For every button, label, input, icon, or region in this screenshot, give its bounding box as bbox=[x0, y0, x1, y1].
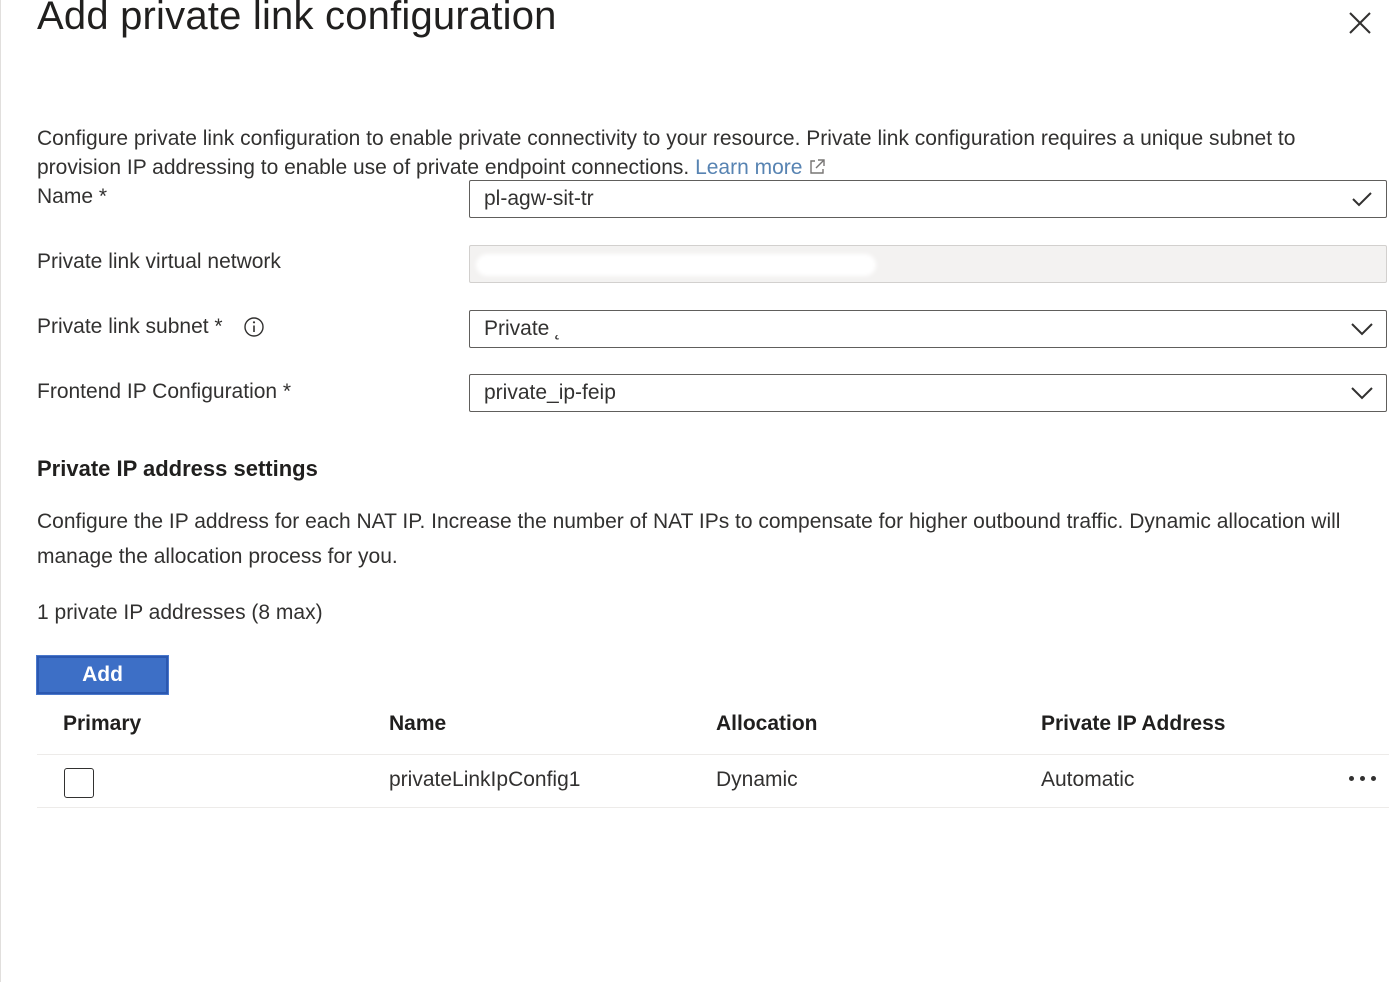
frontend-ip-dropdown-value: private_ip-feip bbox=[484, 381, 616, 404]
intro-description: Configure private link configuration to … bbox=[37, 127, 1296, 179]
dialog-title: Add private link configuration bbox=[37, 0, 557, 38]
more-icon-dot bbox=[1371, 776, 1376, 781]
row-name: privateLinkIpConfig1 bbox=[389, 768, 581, 791]
ip-config-table: Primary Name Allocation Private IP Addre… bbox=[37, 706, 1389, 808]
name-label: Name * bbox=[37, 185, 108, 208]
close-button[interactable] bbox=[1341, 4, 1379, 42]
table-header: Primary Name Allocation Private IP Addre… bbox=[37, 706, 1389, 755]
name-input-value: pl-agw-sit-tr bbox=[484, 187, 594, 210]
more-icon-dot bbox=[1349, 776, 1354, 781]
row-allocation: Dynamic bbox=[716, 768, 798, 791]
chevron-down-icon bbox=[1351, 323, 1373, 336]
learn-more-link[interactable]: Learn more bbox=[695, 156, 826, 179]
ip-count-text: 1 private IP addresses (8 max) bbox=[37, 601, 323, 624]
virtual-network-label: Private link virtual network bbox=[37, 250, 281, 273]
add-button[interactable]: Add bbox=[36, 655, 169, 695]
more-icon-dot bbox=[1360, 776, 1365, 781]
frontend-ip-dropdown[interactable]: private_ip-feip bbox=[469, 374, 1387, 412]
ip-settings-description: Configure the IP address for each NAT IP… bbox=[37, 510, 1341, 568]
ip-settings-heading: Private IP address settings bbox=[37, 456, 318, 481]
external-link-icon bbox=[810, 159, 826, 174]
column-header-primary[interactable]: Primary bbox=[63, 712, 141, 736]
name-input[interactable]: pl-agw-sit-tr bbox=[469, 180, 1387, 218]
redacted-value bbox=[476, 254, 876, 276]
subnet-dropdown-value: Private ̨ bbox=[484, 317, 557, 340]
chevron-down-icon bbox=[1351, 387, 1373, 400]
checkmark-icon bbox=[1352, 192, 1372, 207]
row-private-ip: Automatic bbox=[1041, 768, 1135, 791]
primary-checkbox[interactable] bbox=[64, 768, 94, 798]
intro-text: Configure private link configuration to … bbox=[37, 124, 1377, 182]
virtual-network-field bbox=[469, 245, 1387, 283]
subnet-label: Private link subnet * bbox=[37, 315, 223, 338]
table-row: privateLinkIpConfig1 Dynamic Automatic bbox=[37, 755, 1389, 808]
column-header-name[interactable]: Name bbox=[389, 712, 446, 736]
row-more-button[interactable] bbox=[1345, 765, 1381, 791]
column-header-allocation[interactable]: Allocation bbox=[716, 712, 818, 736]
private-link-config-panel: Add private link configuration Configure… bbox=[0, 0, 1400, 982]
learn-more-label: Learn more bbox=[695, 156, 803, 179]
close-icon bbox=[1349, 12, 1371, 34]
info-icon[interactable] bbox=[243, 316, 265, 338]
subnet-dropdown[interactable]: Private ̨ bbox=[469, 310, 1387, 348]
frontend-ip-label: Frontend IP Configuration * bbox=[37, 380, 292, 403]
column-header-private-ip[interactable]: Private IP Address bbox=[1041, 712, 1225, 736]
